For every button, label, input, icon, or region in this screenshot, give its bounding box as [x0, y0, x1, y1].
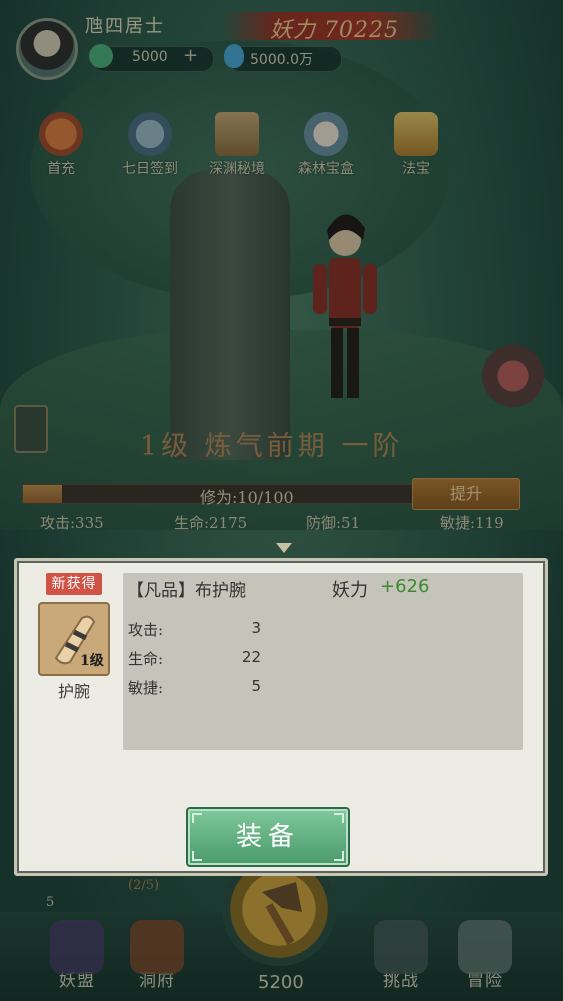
- item-type-label: 护腕: [57, 682, 90, 701]
- attr-attack-value: 3: [251, 619, 261, 637]
- item-power-bonus: +626: [380, 576, 430, 597]
- attr-agility-value: 5: [251, 677, 261, 695]
- button-corner: [334, 851, 344, 861]
- attr-attack-label: 攻击:: [128, 621, 164, 639]
- button-corner: [334, 813, 344, 823]
- equip-button[interactable]: 装备: [186, 807, 350, 867]
- button-corner: [192, 851, 202, 861]
- item-title: 【凡品】布护腕: [127, 581, 246, 601]
- new-item-badge: 新获得: [46, 573, 102, 595]
- item-level: 1级: [80, 653, 104, 669]
- item-power-label: 妖力: [332, 580, 368, 601]
- attr-hp-label: 生命:: [128, 650, 164, 668]
- attr-hp-value: 22: [241, 648, 261, 666]
- equip-label: 装备: [235, 822, 300, 852]
- attr-agility-label: 敏捷:: [128, 679, 164, 697]
- button-corner: [192, 813, 202, 823]
- chevron-down-icon: [276, 543, 292, 553]
